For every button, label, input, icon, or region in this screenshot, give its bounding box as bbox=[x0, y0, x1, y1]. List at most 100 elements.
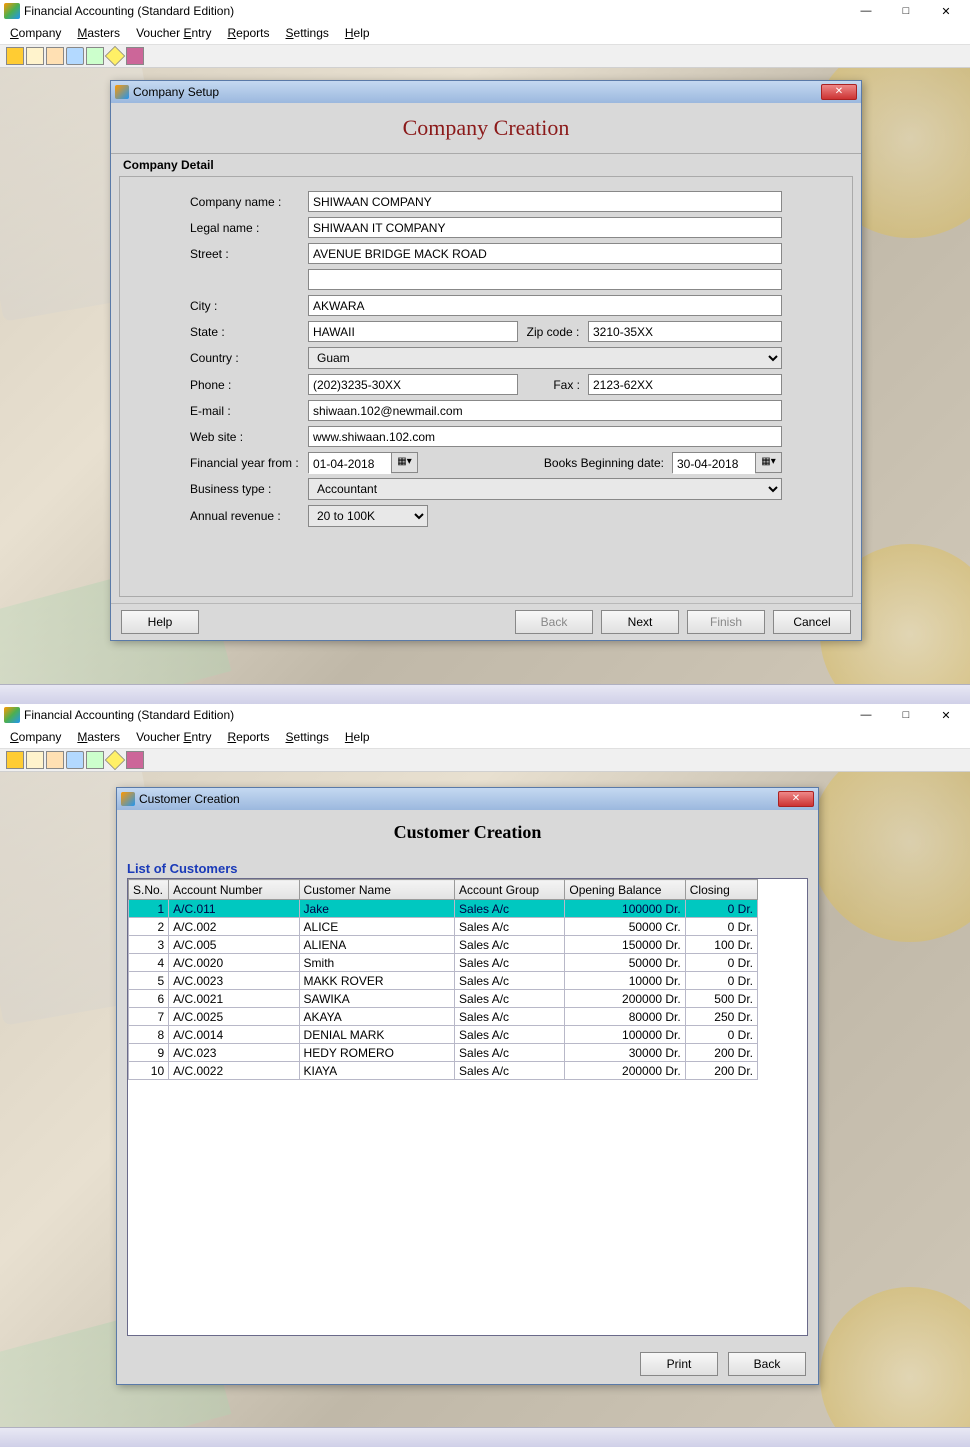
dialog-close-button[interactable]: ✕ bbox=[778, 791, 814, 807]
company-name-field[interactable] bbox=[308, 191, 782, 212]
annual-revenue-select[interactable]: 20 to 100K bbox=[308, 505, 428, 527]
table-cell: 250 Dr. bbox=[685, 1008, 757, 1026]
menu-help[interactable]: Help bbox=[345, 26, 370, 40]
menu-voucher-entry[interactable]: Voucher Entry bbox=[136, 730, 211, 744]
street2-field[interactable] bbox=[308, 269, 782, 290]
new-icon[interactable] bbox=[26, 47, 44, 65]
column-header[interactable]: S.No. bbox=[129, 880, 169, 900]
table-cell: 6 bbox=[129, 990, 169, 1008]
column-header[interactable]: Account Number bbox=[169, 880, 299, 900]
column-header[interactable]: Customer Name bbox=[299, 880, 454, 900]
list-icon[interactable] bbox=[126, 47, 144, 65]
table-cell: 5 bbox=[129, 972, 169, 990]
table-cell: Sales A/c bbox=[455, 918, 565, 936]
table-cell: ALICE bbox=[299, 918, 454, 936]
table-row[interactable]: 6A/C.0021SAWIKASales A/c200000 Dr.500 Dr… bbox=[129, 990, 758, 1008]
table-cell: A/C.002 bbox=[169, 918, 299, 936]
calendar-icon[interactable]: ▦▾ bbox=[755, 453, 781, 472]
books-begin-picker[interactable]: ▦▾ bbox=[672, 452, 782, 473]
config-icon[interactable] bbox=[105, 46, 125, 66]
close-button[interactable]: ✕ bbox=[926, 704, 966, 726]
table-row[interactable]: 5A/C.0023MAKK ROVERSales A/c10000 Dr.0 D… bbox=[129, 972, 758, 990]
dialog-heading: Customer Creation bbox=[117, 810, 818, 855]
legal-name-field[interactable] bbox=[308, 217, 782, 238]
new-icon[interactable] bbox=[26, 751, 44, 769]
books-begin-field[interactable] bbox=[673, 453, 755, 474]
zip-field[interactable] bbox=[588, 321, 782, 342]
city-field[interactable] bbox=[308, 295, 782, 316]
website-field[interactable] bbox=[308, 426, 782, 447]
table-cell: ALIENA bbox=[299, 936, 454, 954]
street-field[interactable] bbox=[308, 243, 782, 264]
state-field[interactable] bbox=[308, 321, 518, 342]
column-header[interactable]: Closing bbox=[685, 880, 757, 900]
table-row[interactable]: 3A/C.005ALIENASales A/c150000 Dr.100 Dr. bbox=[129, 936, 758, 954]
fax-field[interactable] bbox=[588, 374, 782, 395]
table-row[interactable]: 8A/C.0014DENIAL MARKSales A/c100000 Dr.0… bbox=[129, 1026, 758, 1044]
table-cell: Sales A/c bbox=[455, 1044, 565, 1062]
app-title: Financial Accounting (Standard Edition) bbox=[24, 4, 234, 18]
print-button[interactable]: Print bbox=[640, 1352, 718, 1376]
column-header[interactable]: Account Group bbox=[455, 880, 565, 900]
table-cell: A/C.0014 bbox=[169, 1026, 299, 1044]
menu-masters[interactable]: Masters bbox=[77, 730, 120, 744]
calendar-icon[interactable]: ▦▾ bbox=[391, 453, 417, 472]
table-cell: 4 bbox=[129, 954, 169, 972]
table-row[interactable]: 2A/C.002ALICESales A/c50000 Cr.0 Dr. bbox=[129, 918, 758, 936]
menu-settings[interactable]: Settings bbox=[286, 26, 329, 40]
company-detail-group: Company name : Legal name : Street : Cit… bbox=[119, 176, 853, 597]
minimize-button[interactable]: — bbox=[846, 0, 886, 22]
finish-button[interactable]: Finish bbox=[687, 610, 765, 634]
open-icon[interactable] bbox=[6, 47, 24, 65]
maximize-button[interactable]: □ bbox=[886, 704, 926, 726]
calendar-icon[interactable] bbox=[46, 47, 64, 65]
list-icon[interactable] bbox=[126, 751, 144, 769]
menu-reports[interactable]: Reports bbox=[227, 26, 269, 40]
calendar-icon[interactable] bbox=[46, 751, 64, 769]
country-select[interactable]: Guam bbox=[308, 347, 782, 369]
next-button[interactable]: Next bbox=[601, 610, 679, 634]
close-button[interactable]: ✕ bbox=[926, 0, 966, 22]
chart-icon[interactable] bbox=[86, 751, 104, 769]
phone-field[interactable] bbox=[308, 374, 518, 395]
fin-from-field[interactable] bbox=[309, 453, 391, 474]
menu-masters[interactable]: Masters bbox=[77, 26, 120, 40]
customer-grid[interactable]: S.No.Account NumberCustomer NameAccount … bbox=[128, 879, 758, 1080]
menu-company[interactable]: Company bbox=[10, 26, 61, 40]
table-row[interactable]: 7A/C.0025AKAYASales A/c80000 Dr.250 Dr. bbox=[129, 1008, 758, 1026]
menu-voucher-entry[interactable]: Voucher Entry bbox=[136, 26, 211, 40]
table-row[interactable]: 4A/C.0020SmithSales A/c50000 Dr.0 Dr. bbox=[129, 954, 758, 972]
minimize-button[interactable]: — bbox=[846, 704, 886, 726]
open-icon[interactable] bbox=[6, 751, 24, 769]
dialog-close-button[interactable]: ✕ bbox=[821, 84, 857, 100]
workspace: Customer Creation ✕ Customer Creation Li… bbox=[0, 772, 970, 1427]
menu-reports[interactable]: Reports bbox=[227, 730, 269, 744]
dialog-title: Company Setup bbox=[133, 85, 219, 99]
table-row[interactable]: 10A/C.0022KIAYASales A/c200000 Dr.200 Dr… bbox=[129, 1062, 758, 1080]
database-icon[interactable] bbox=[66, 47, 84, 65]
back-button[interactable]: Back bbox=[515, 610, 593, 634]
table-cell: 10 bbox=[129, 1062, 169, 1080]
fin-from-picker[interactable]: ▦▾ bbox=[308, 452, 418, 473]
table-cell: 2 bbox=[129, 918, 169, 936]
table-row[interactable]: 9A/C.023HEDY ROMEROSales A/c30000 Dr.200… bbox=[129, 1044, 758, 1062]
database-icon[interactable] bbox=[66, 751, 84, 769]
menu-help[interactable]: Help bbox=[345, 730, 370, 744]
books-begin-label: Books Beginning date: bbox=[418, 456, 672, 470]
maximize-button[interactable]: □ bbox=[886, 0, 926, 22]
table-cell: Sales A/c bbox=[455, 1062, 565, 1080]
config-icon[interactable] bbox=[105, 750, 125, 770]
back-button[interactable]: Back bbox=[728, 1352, 806, 1376]
cancel-button[interactable]: Cancel bbox=[773, 610, 851, 634]
menu-settings[interactable]: Settings bbox=[286, 730, 329, 744]
menu-company[interactable]: Company bbox=[10, 730, 61, 744]
table-cell: 200 Dr. bbox=[685, 1062, 757, 1080]
table-row[interactable]: 1A/C.011JakeSales A/c100000 Dr.0 Dr. bbox=[129, 900, 758, 918]
dialog-icon bbox=[115, 85, 129, 99]
help-button[interactable]: Help bbox=[121, 610, 199, 634]
column-header[interactable]: Opening Balance bbox=[565, 880, 685, 900]
chart-icon[interactable] bbox=[86, 47, 104, 65]
table-cell: Sales A/c bbox=[455, 1008, 565, 1026]
email-field[interactable] bbox=[308, 400, 782, 421]
business-type-select[interactable]: Accountant bbox=[308, 478, 782, 500]
